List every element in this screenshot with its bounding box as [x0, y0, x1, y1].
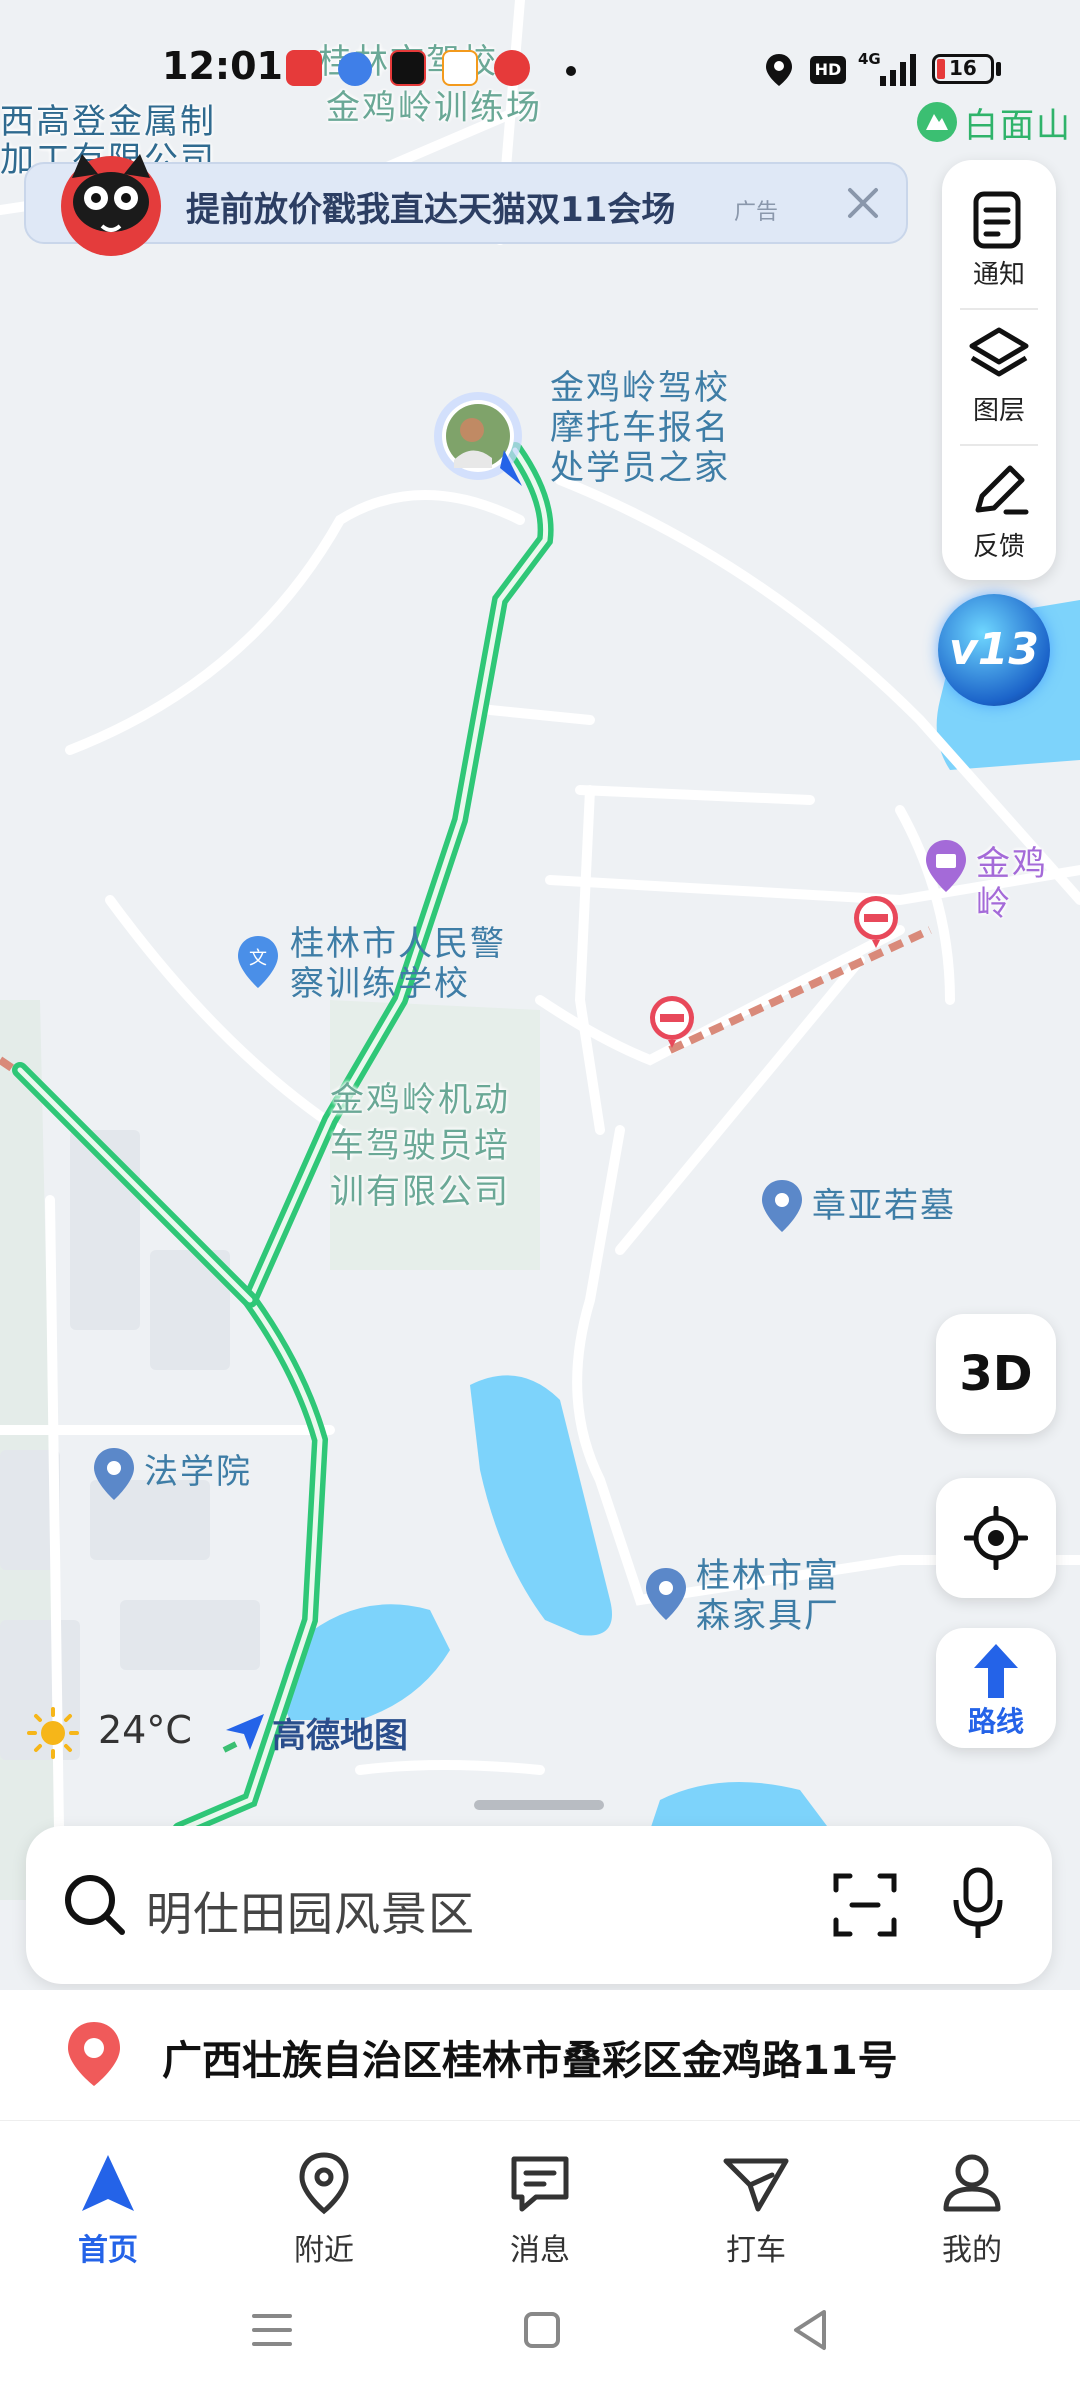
locate-crosshair-icon: [964, 1506, 1028, 1570]
three-d-label: 3D: [959, 1346, 1033, 1402]
baidu-notification-icon: [338, 52, 372, 86]
shop-pin-icon[interactable]: [924, 838, 968, 894]
no-entry-sign-icon-2: [650, 996, 694, 1048]
location-pin-icon: [299, 2152, 349, 2215]
route-button[interactable]: 路线: [936, 1628, 1056, 1748]
map-tools-panel: 通知 图层 反馈: [942, 160, 1056, 580]
hd-status-icon: HD: [810, 56, 846, 84]
feedback-edit-icon: [975, 465, 1029, 515]
close-icon[interactable]: [842, 182, 884, 224]
map-label-jinjiling[interactable]: 金鸡岭: [976, 844, 1080, 924]
svg-text:文: 文: [249, 948, 267, 969]
ad-tag: 广告: [734, 200, 779, 225]
message-icon: [511, 2156, 569, 2212]
map-label-furniture-2[interactable]: 森家具厂: [696, 1596, 840, 1636]
more-notifications-dot: [566, 66, 576, 76]
map-label-police-school-2[interactable]: 察训练学校: [290, 964, 470, 1004]
map-label-driver-co-1[interactable]: 金鸡岭机动: [330, 1080, 510, 1120]
system-nav-bar: [0, 2270, 1080, 2400]
search-bar[interactable]: 明仕田园风景区: [26, 1826, 1052, 1984]
feedback-label: 反馈: [972, 532, 1025, 562]
current-address-text: 广西壮族自治区桂林市叠彩区金鸡路11号: [162, 2038, 898, 2084]
tab-taxi-label: 打车: [726, 2233, 786, 2268]
user-location-avatar[interactable]: [430, 388, 540, 488]
location-status-icon: [766, 54, 792, 86]
school-pin-icon[interactable]: 文: [236, 934, 280, 990]
map-label-moto-school-2[interactable]: 摩托车报名: [550, 408, 730, 448]
back-triangle-icon[interactable]: [790, 2308, 830, 2352]
tab-messages-label: 消息: [510, 2233, 570, 2268]
map-label-moto-school-1[interactable]: 金鸡岭驾校: [550, 368, 730, 408]
status-time: 12:01: [162, 44, 283, 88]
tab-taxi[interactable]: 打车: [686, 2143, 826, 2268]
route-label: 路线: [967, 1705, 1024, 1738]
version-badge[interactable]: v13: [938, 594, 1050, 706]
map-label-tomb[interactable]: 章亚若墓: [812, 1186, 956, 1226]
current-address-row[interactable]: 广西壮族自治区桂林市叠彩区金鸡路11号: [0, 1990, 1080, 2120]
sheet-drag-handle[interactable]: [474, 1800, 604, 1810]
taxi-icon: [723, 2158, 789, 2212]
video-notification-icon: [390, 50, 426, 86]
tab-messages[interactable]: 消息: [470, 2143, 610, 2268]
notify-icon: [973, 191, 1021, 249]
poi-pin-icon-furniture[interactable]: [644, 1566, 688, 1622]
tab-profile[interactable]: 我的: [902, 2143, 1042, 2268]
search-input[interactable]: 明仕田园风景区: [146, 1878, 475, 1944]
version-badge-text: v13: [949, 624, 1039, 675]
microphone-icon[interactable]: [950, 1866, 1006, 1942]
home-arrow-icon: [82, 2155, 134, 2211]
amap-brand-text: 高德地图: [272, 1716, 408, 1756]
battery-icon: 16: [932, 54, 994, 84]
poi-pin-icon-law[interactable]: [92, 1446, 136, 1502]
no-entry-sign-icon: [854, 896, 898, 948]
poi-pin-icon[interactable]: [760, 1178, 804, 1234]
signal-icon: [880, 54, 916, 86]
sun-weather-icon: [27, 1707, 79, 1759]
notify-button[interactable]: 通知: [942, 176, 1056, 312]
map-label-driver-co-3[interactable]: 训有限公司: [330, 1172, 510, 1212]
home-square-icon[interactable]: [522, 2308, 562, 2352]
bottom-tab-bar: 首页 附近 消息 打车 我的: [0, 2120, 1080, 2271]
feedback-button[interactable]: 反馈: [942, 446, 1056, 582]
map-label-furniture-1[interactable]: 桂林市富: [696, 1556, 840, 1596]
three-d-button[interactable]: 3D: [936, 1314, 1056, 1434]
layers-icon: [969, 327, 1029, 377]
layers-button[interactable]: 图层: [942, 310, 1056, 446]
battery-level: 16: [949, 56, 977, 80]
menu-icon[interactable]: [250, 2310, 294, 2350]
map-canvas[interactable]: 桂林市驾校 金鸡岭训练场 西高登金属制 加工有限公司 白面山 金鸡岭驾校 摩托车…: [0, 0, 1080, 1900]
weather-temp[interactable]: 24°C: [98, 1708, 192, 1752]
map-label-police-school-1[interactable]: 桂林市人民警: [290, 924, 506, 964]
tab-home[interactable]: 首页: [38, 2143, 178, 2268]
tmall-mascot-icon[interactable]: [52, 148, 170, 260]
tab-nearby-label: 附近: [294, 2233, 354, 2268]
status-bar: 12:01 HD 4G 16: [0, 0, 1080, 140]
map-label-driver-co-2[interactable]: 车驾驶员培: [330, 1126, 510, 1166]
app58-notification-icon: [442, 50, 478, 86]
profile-icon: [943, 2154, 1001, 2212]
map-label-law-school[interactable]: 法学院: [144, 1452, 252, 1492]
tab-home-label: 首页: [78, 2233, 138, 2268]
scan-icon[interactable]: [832, 1872, 898, 1938]
route-arrow-icon: [974, 1644, 1018, 1698]
tab-profile-label: 我的: [942, 2233, 1002, 2268]
search-icon: [65, 1875, 125, 1935]
location-pin-icon: [68, 2022, 120, 2086]
map-base-layer: [0, 0, 1080, 1900]
tab-nearby[interactable]: 附近: [254, 2143, 394, 2268]
message-notification-icon: [494, 50, 530, 86]
notify-label: 通知: [972, 260, 1025, 290]
layers-label: 图层: [972, 396, 1025, 426]
ad-banner-text[interactable]: 提前放价戳我直达天猫双11会场: [186, 182, 675, 231]
locate-button[interactable]: [936, 1478, 1056, 1598]
map-label-moto-school-3[interactable]: 处学员之家: [550, 448, 730, 488]
amap-logo-icon: [222, 1714, 264, 1753]
taobao-notification-icon: [286, 50, 322, 86]
